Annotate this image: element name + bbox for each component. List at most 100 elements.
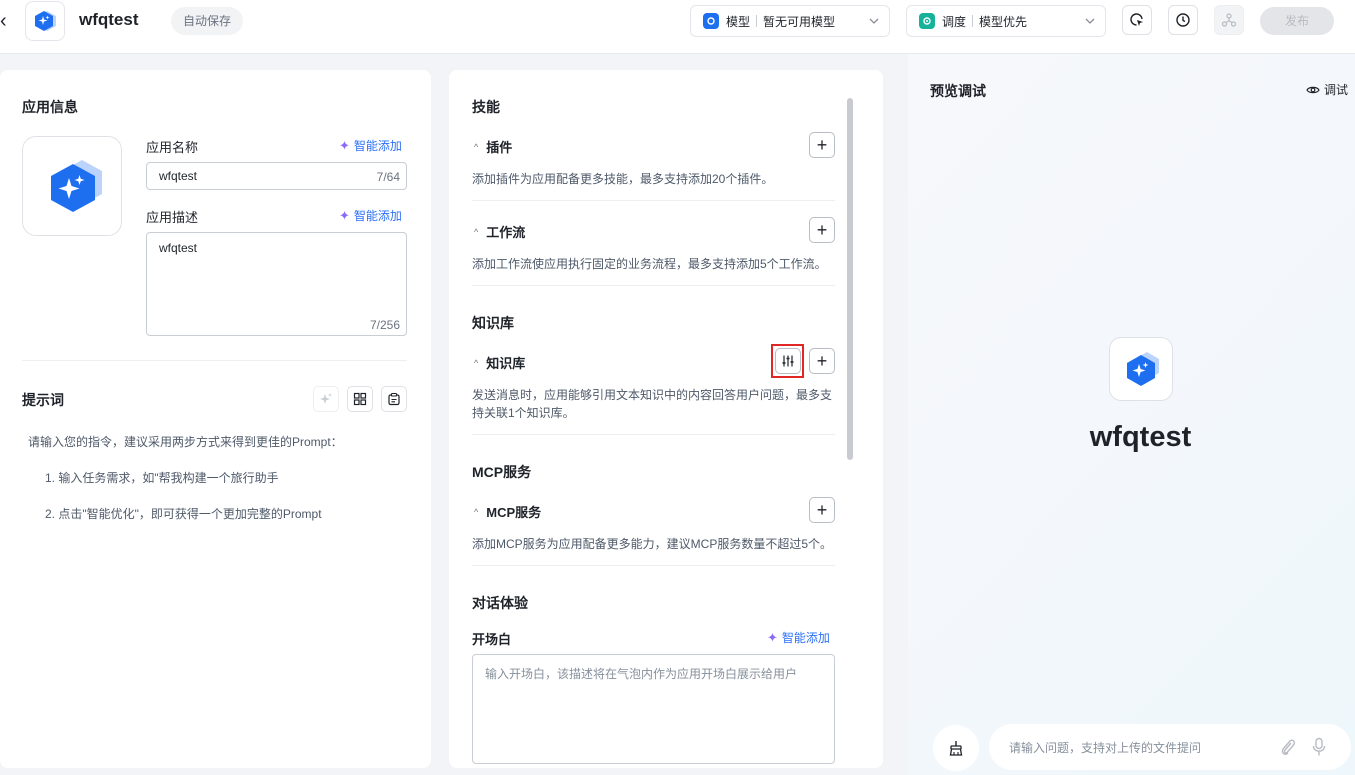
model-select-key: 模型 [726,14,751,29]
workflow-desc: 添加工作流使应用执行固定的业务流程，最多支持添加5个工作流。 [472,257,827,271]
knowledge-settings-button[interactable] [775,348,801,374]
share-nodes-icon [1221,13,1237,27]
add-knowledge-button[interactable]: + [809,348,835,374]
knowledge-desc-line1: 发送消息时，应用能够引用文本知识中的内容回答用户问题，最多支 [472,388,833,402]
add-plugin-button[interactable]: + [809,132,835,158]
workflow-title: 工作流 [486,225,526,240]
top-bar: ‹ wfqtest 自动保存 模型 暂无可用模型 调度 模型优先 发布 [0,0,1355,54]
opening-textarea[interactable]: 输入开场白，该描述将在气泡内作为应用开场白展示给用户 [472,654,835,764]
opening-placeholder: 输入开场白，该描述将在气泡内作为应用开场白展示给用户 [485,667,798,681]
model-select-value: 暂无可用模型 [763,14,836,29]
broom-icon [949,741,963,756]
scrollbar[interactable] [847,98,853,460]
chat-input-placeholder: 请输入问题，支持对上传的文件提问 [1009,741,1202,755]
history-button[interactable] [1168,5,1198,35]
app-info-panel: 应用信息 应用名称 ✦ 智能添加 wfqtest 7/64 应用描述 ✦ 智能添… [0,70,431,768]
add-mcp-button[interactable]: + [809,497,835,523]
opening-label: 开场白 [472,632,512,647]
prompt-template-button[interactable] [347,386,373,412]
preview-app-name: wfqtest [1089,421,1192,453]
app-hexagon-icon [51,160,102,212]
preview-app-logo [1109,337,1173,401]
add-workflow-button[interactable]: + [809,217,835,243]
app-desc-label: 应用描述 [146,210,199,225]
knowledge-desc-line2: 持关联1个知识库。 [472,406,575,420]
app-info-title: 应用信息 [22,99,78,115]
smart-add-desc-button[interactable]: ✦ 智能添加 [339,207,402,224]
section-divider [472,200,835,201]
microphone-icon[interactable] [1311,737,1327,760]
publish-button[interactable]: 发布 [1260,7,1334,35]
plugin-desc: 添加插件为应用配备更多技能，最多支持添加20个插件。 [472,172,774,186]
prompt-optimize-button[interactable] [313,386,339,412]
app-desc-count: 7/256 [369,318,400,332]
skills-title: 技能 [472,99,500,115]
sparkle-icon: ✦ [767,629,778,645]
knowledge-title: 知识库 [472,315,514,331]
prompt-hint-step1: 1. 输入任务需求，如"帮我构建一个旅行助手 [45,471,279,485]
app-name-count: 7/64 [376,170,400,184]
cursor-click-icon [1130,13,1143,26]
workflow-section-toggle[interactable]: ^ 工作流 [474,222,525,241]
back-chevron-icon[interactable]: ‹ [0,10,14,32]
mcp-desc: 添加MCP服务为应用配备更多能力，建议MCP服务数量不超过5个。 [472,537,833,551]
sliders-icon [782,355,794,367]
mcp-sub-title: MCP服务 [486,505,542,520]
app-title: wfqtest [79,10,139,29]
dialog-title: 对话体验 [472,595,528,611]
template-grid-icon [353,392,367,406]
section-divider [472,285,835,286]
sparkle-icon: ✦ [339,137,350,153]
schedule-select[interactable]: 调度 模型优先 [906,5,1106,37]
debug-label: 调试 [1324,83,1349,97]
debug-toggle[interactable]: 调试 [1306,81,1348,98]
preview-panel: 预览调试 调试 wfqtest 请输入问题，支持对上传的文件提问 [908,54,1355,775]
app-logo [25,1,65,41]
select-separator [972,15,974,27]
section-divider [472,565,835,566]
smart-add-name-button[interactable]: ✦ 智能添加 [339,137,402,154]
smart-add-label: 智能添加 [781,631,830,645]
clipboard-icon [388,392,400,406]
schedule-select-value: 模型优先 [979,14,1028,29]
plus-icon: + [816,219,828,240]
prompt-title: 提示词 [22,392,64,408]
mcp-title: MCP服务 [472,464,532,480]
sparkle-icon [320,393,332,404]
debug-settings-button[interactable] [1122,5,1152,35]
plugin-title: 插件 [486,140,513,155]
preview-title: 预览调试 [930,83,986,99]
smart-add-label: 智能添加 [353,139,402,153]
plus-icon: + [816,350,828,371]
app-desc-textarea[interactable]: wfqtest 7/256 [146,232,407,336]
app-name-label: 应用名称 [146,140,199,155]
schedule-select-key: 调度 [942,14,967,29]
model-select[interactable]: 模型 暂无可用模型 [690,5,890,37]
chevron-up-icon: ^ [474,226,479,237]
chevron-down-icon [1085,16,1095,27]
model-icon [703,13,719,29]
paperclip-icon[interactable] [1279,737,1297,760]
chevron-up-icon: ^ [474,506,479,517]
section-divider [472,434,835,435]
app-avatar-upload[interactable] [22,136,122,236]
plugin-section-toggle[interactable]: ^ 插件 [474,137,512,156]
history-clock-icon [1176,13,1190,27]
plus-icon: + [816,134,828,155]
app-name-input[interactable]: wfqtest 7/64 [146,162,407,190]
schedule-icon [919,13,935,29]
chat-input[interactable]: 请输入问题，支持对上传的文件提问 [989,724,1351,770]
smart-add-opening-button[interactable]: ✦ 智能添加 [767,629,830,646]
clear-chat-button[interactable] [933,725,979,771]
prompt-library-button[interactable] [381,386,407,412]
section-divider [22,360,407,361]
chevron-up-icon: ^ [474,357,479,368]
chevron-up-icon: ^ [474,141,479,152]
sparkle-icon: ✦ [339,207,350,223]
share-button[interactable] [1214,5,1244,35]
select-separator [756,15,758,27]
knowledge-section-toggle[interactable]: ^ 知识库 [474,353,525,372]
prompt-toolbar [313,386,407,412]
prompt-hint-step2: 2. 点击"智能优化"，即可获得一个更加完整的Prompt [45,507,322,521]
mcp-section-toggle[interactable]: ^ MCP服务 [474,502,541,521]
